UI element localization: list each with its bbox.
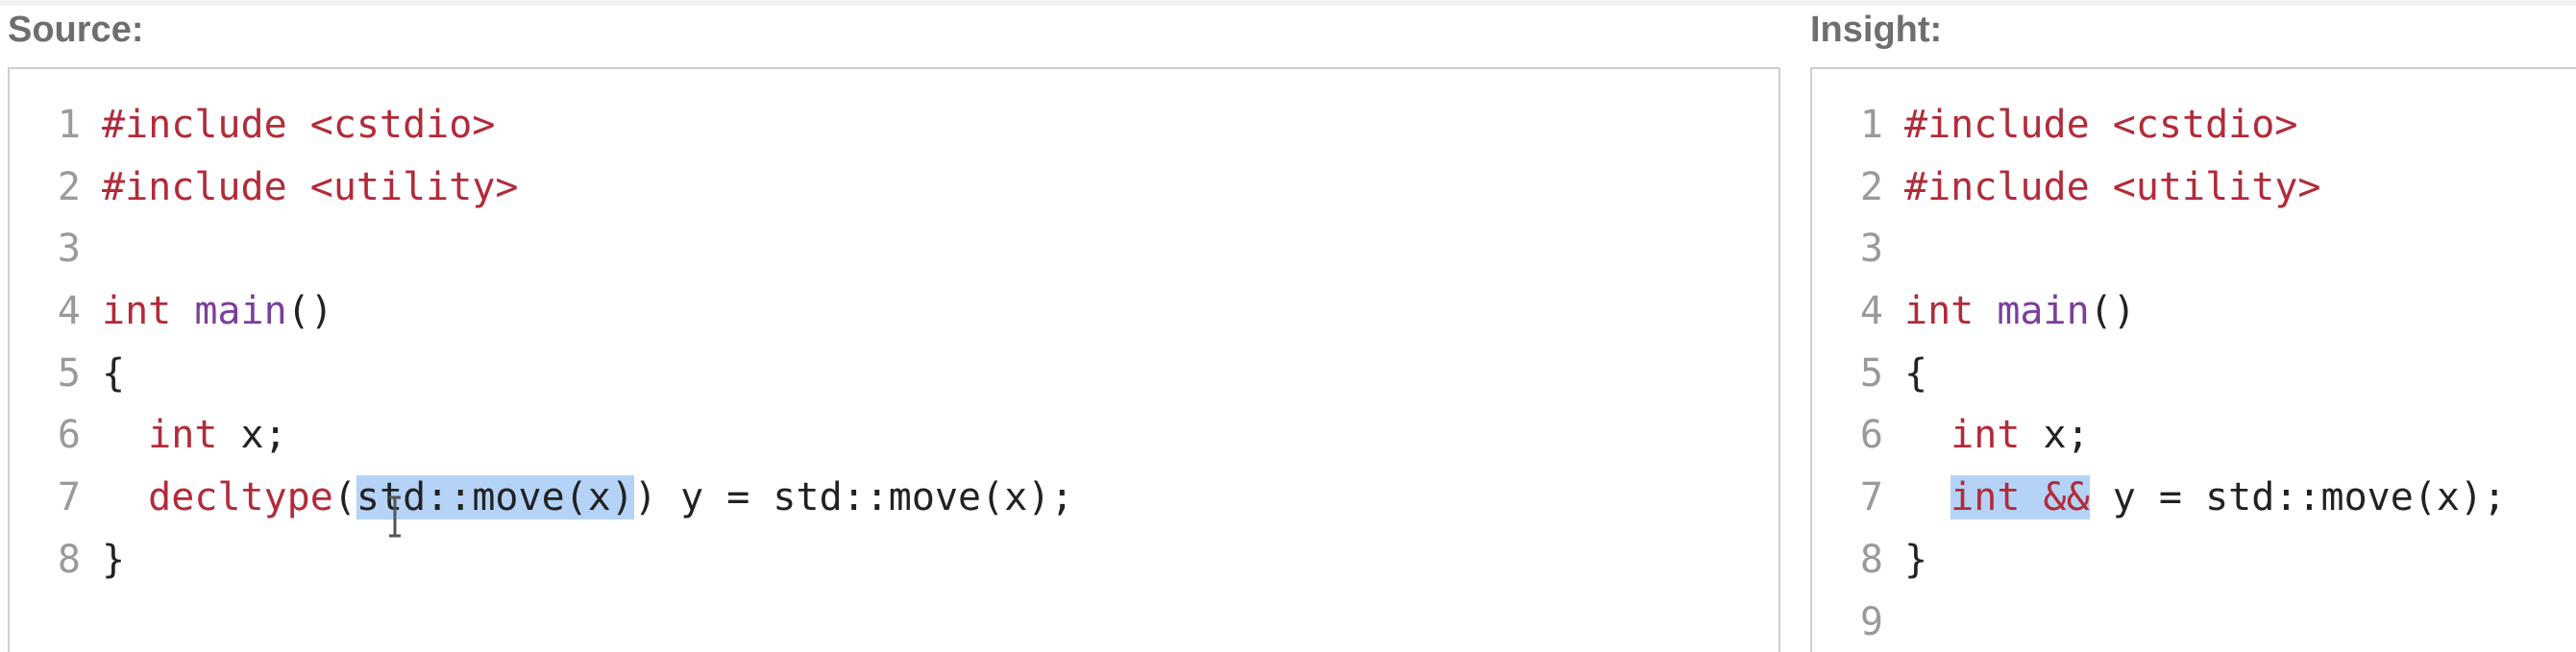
- code-token[interactable]: main: [194, 289, 286, 333]
- code-line[interactable]: 8}: [1812, 529, 2506, 592]
- code-line[interactable]: 1 #include <cstdio>: [1812, 94, 2506, 157]
- code-token[interactable]: #include <utility>: [102, 165, 518, 209]
- code-line[interactable]: 5{: [1812, 343, 2506, 405]
- code-token[interactable]: (: [333, 475, 356, 519]
- code-token[interactable]: [1974, 289, 1997, 333]
- code-token[interactable]: [1904, 413, 1950, 457]
- line-code[interactable]: int x;: [102, 404, 287, 467]
- source-editor[interactable]: 1 #include <cstdio> 2 #include <utility> 3 4 i…: [8, 67, 1780, 652]
- line-number: 4: [57, 289, 81, 334]
- code-token[interactable]: decltype: [148, 475, 333, 519]
- line-number: 3: [1859, 227, 1883, 272]
- code-token[interactable]: x;: [217, 413, 287, 457]
- code-line[interactable]: 2 #include <utility>: [10, 157, 1073, 219]
- line-number: 2: [57, 164, 81, 209]
- line-code[interactable]: {: [1904, 343, 1927, 405]
- code-line[interactable]: 6 int x;: [1812, 404, 2506, 467]
- line-number: 1: [57, 103, 81, 147]
- line-number: 7: [57, 475, 81, 520]
- code-token[interactable]: main: [1997, 289, 2089, 333]
- code-line[interactable]: 6 int x;: [10, 404, 1073, 467]
- line-number: 3: [57, 227, 81, 272]
- top-toolbar-strip: [0, 0, 2576, 6]
- cpp-insights-window: Source: Insight: 1 #include <cstdio> 2 #inc…: [0, 0, 2576, 652]
- code-line[interactable]: 4 int main(): [1812, 280, 2506, 343]
- selected-code-token[interactable]: int &&: [1950, 475, 2090, 520]
- line-number: 2: [1859, 164, 1883, 209]
- line-code[interactable]: #include <cstdio>: [102, 94, 495, 157]
- line-number: 5: [1859, 350, 1883, 396]
- line-code[interactable]: #include <cstdio>: [1904, 94, 2297, 157]
- line-code[interactable]: int && y = std::move(x);: [1904, 467, 2506, 529]
- line-number: 9: [1859, 599, 1883, 644]
- code-line[interactable]: 4 int main(): [10, 280, 1073, 343]
- code-line[interactable]: 2 #include <utility>: [1812, 157, 2506, 219]
- code-token[interactable]: ) y = std::move(x);: [634, 475, 1074, 519]
- code-token[interactable]: x;: [2020, 413, 2090, 457]
- code-token[interactable]: (): [287, 289, 333, 333]
- line-code[interactable]: int main(): [1904, 280, 2136, 343]
- line-code[interactable]: int main(): [102, 280, 333, 343]
- code-token[interactable]: }: [102, 538, 125, 582]
- line-number: 6: [57, 413, 81, 458]
- code-token[interactable]: {: [1904, 351, 1927, 396]
- line-code[interactable]: #include <utility>: [102, 157, 518, 219]
- code-token[interactable]: {: [102, 351, 125, 396]
- code-token[interactable]: }: [1904, 538, 1927, 582]
- code-line[interactable]: 7 int && y = std::move(x);: [1812, 467, 2506, 529]
- source-code-area[interactable]: 1 #include <cstdio> 2 #include <utility> 3 4 i…: [10, 94, 1074, 592]
- insight-pane-label: Insight:: [1810, 10, 1943, 50]
- code-token[interactable]: #include <cstdio>: [1904, 103, 2297, 147]
- code-token[interactable]: y = std::move(x);: [2090, 475, 2506, 519]
- code-token[interactable]: #include <utility>: [1904, 165, 2320, 209]
- code-token[interactable]: int: [1950, 413, 2020, 457]
- line-number: 5: [57, 350, 81, 396]
- code-token[interactable]: [102, 413, 148, 457]
- code-line[interactable]: 1 #include <cstdio>: [10, 94, 1073, 157]
- insight-code-area[interactable]: 1 #include <cstdio> 2 #include <utility> 3 4 i…: [1812, 94, 2506, 652]
- line-number: 8: [57, 537, 81, 582]
- code-line[interactable]: 8}: [10, 529, 1073, 592]
- code-token[interactable]: [102, 475, 148, 519]
- code-token[interactable]: int: [148, 413, 217, 457]
- line-number: 6: [1859, 413, 1883, 458]
- line-code[interactable]: }: [1904, 529, 1927, 592]
- code-line[interactable]: 5{: [10, 343, 1073, 405]
- code-token[interactable]: int: [102, 289, 171, 333]
- line-code[interactable]: }: [102, 529, 125, 592]
- code-line[interactable]: 3: [1812, 218, 2506, 280]
- line-code[interactable]: #include <utility>: [1904, 157, 2320, 219]
- code-token[interactable]: #include <cstdio>: [102, 103, 495, 147]
- line-number: 1: [1859, 103, 1883, 147]
- line-number: 8: [1859, 537, 1883, 582]
- line-code[interactable]: {: [102, 343, 125, 405]
- insight-editor[interactable]: 1 #include <cstdio> 2 #include <utility> 3 4 i…: [1810, 67, 2576, 652]
- source-pane-label: Source:: [8, 10, 144, 50]
- code-token[interactable]: int: [1904, 289, 1974, 333]
- code-token[interactable]: (): [2090, 289, 2136, 333]
- code-token[interactable]: [171, 289, 194, 333]
- line-number: 4: [1859, 289, 1883, 334]
- code-token[interactable]: [1904, 475, 1950, 519]
- line-code[interactable]: decltype(std::move(x)) y = std::move(x);: [102, 467, 1073, 529]
- code-line[interactable]: 9: [1812, 592, 2506, 652]
- line-number: 7: [1859, 475, 1883, 520]
- line-code[interactable]: int x;: [1904, 404, 2090, 467]
- code-line[interactable]: 3: [10, 218, 1073, 280]
- code-line[interactable]: 7 decltype(std::move(x)) y = std::move(x…: [10, 467, 1073, 538]
